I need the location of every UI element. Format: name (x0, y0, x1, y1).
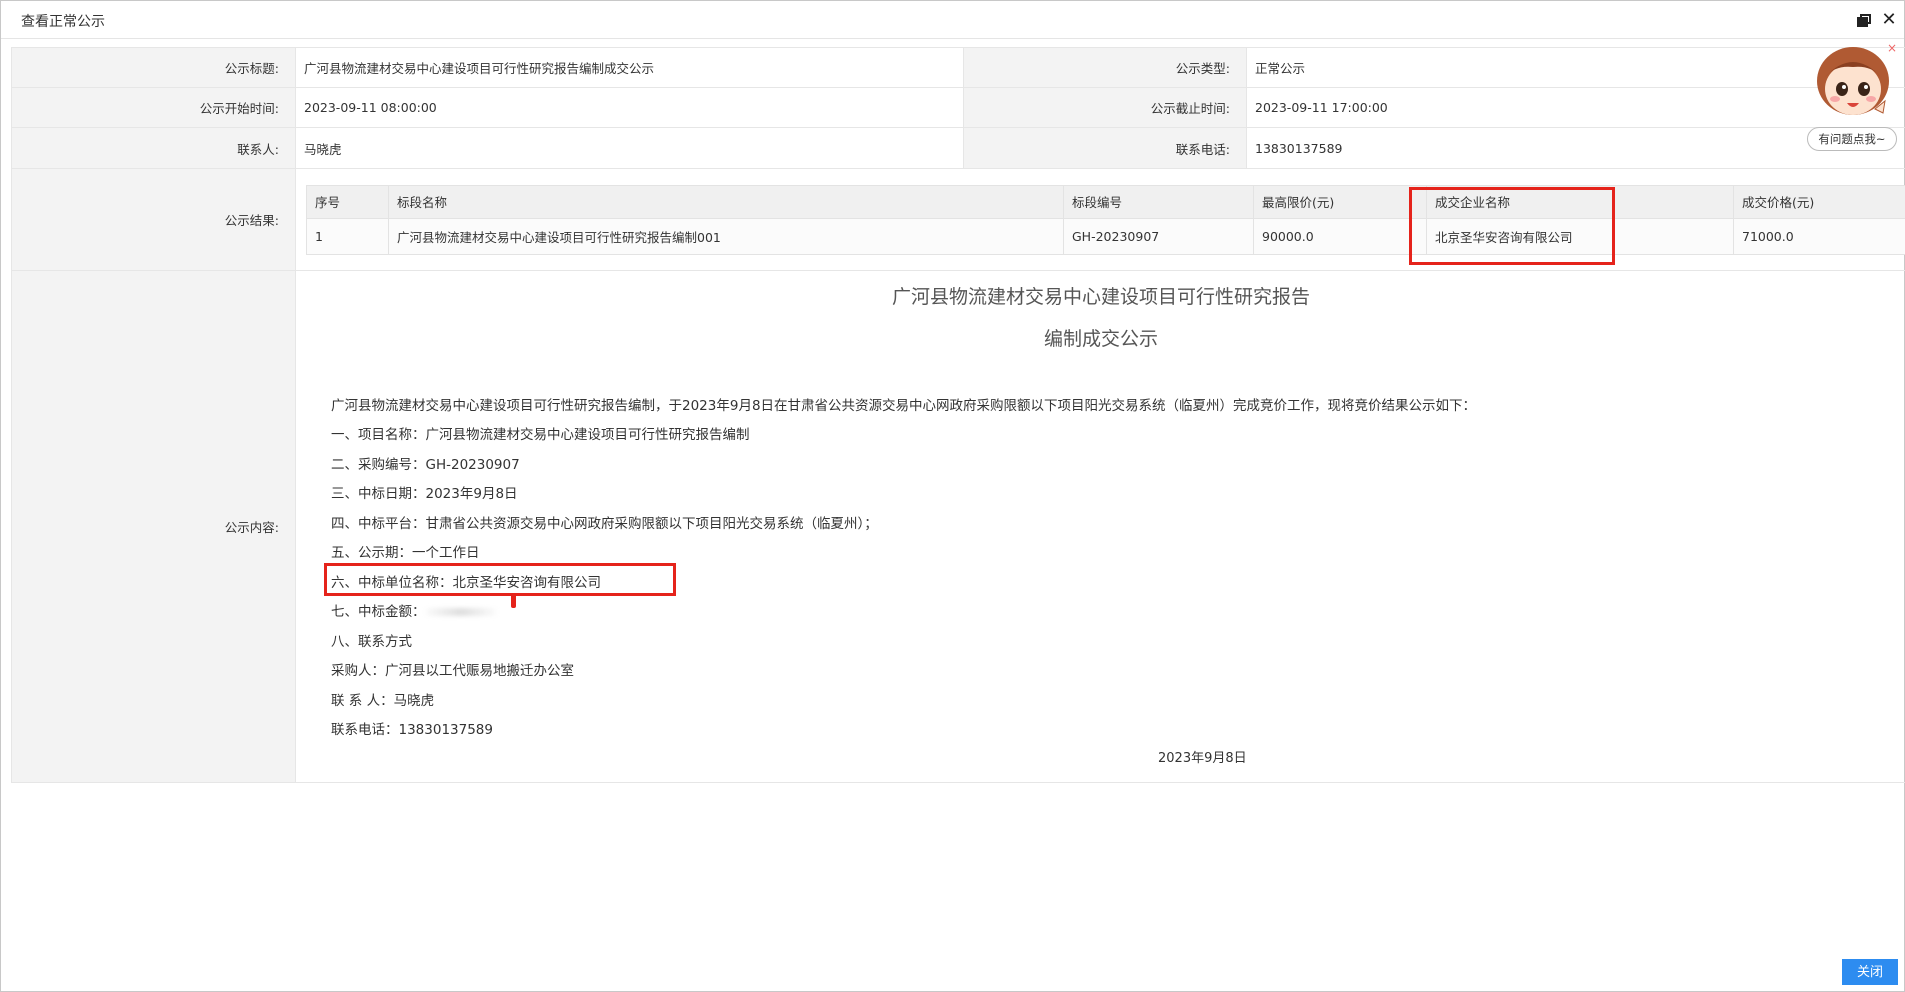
dialog-titlebar: 查看正常公示 ✕ (1, 1, 1904, 39)
blurred-amount (425, 608, 496, 616)
result-header-section-code: 标段编号 (1063, 184, 1254, 219)
phone-label: 联系电话: (963, 127, 1247, 169)
assistant-avatar-icon[interactable] (1813, 43, 1893, 121)
maximize-icon[interactable] (1856, 11, 1874, 29)
result-header-index: 序号 (306, 184, 389, 219)
title-label: 公示标题: (11, 47, 296, 88)
content-item-5: 五、公示期：一个工作日 (331, 545, 480, 561)
content-box: 广河县物流建材交易中心建设项目可行性研究报告 编制成交公示 广河县物流建材交易中… (296, 271, 1905, 782)
result-header-section-name: 标段名称 (388, 184, 1064, 219)
content-intro: 广河县物流建材交易中心建设项目可行性研究报告编制，于2023年9月8日在甘肃省公… (331, 398, 1477, 414)
content-buyer: 采购人：广河县以工代赈易地搬迁办公室 (331, 663, 574, 679)
title-value: 广河县物流建材交易中心建设项目可行性研究报告编制成交公示 (295, 47, 964, 88)
type-label: 公示类型: (963, 47, 1247, 88)
close-button[interactable]: 关闭 (1842, 959, 1898, 985)
dialog-title: 查看正常公示 (21, 14, 105, 30)
contact-label: 联系人: (11, 127, 296, 169)
content-label: 公示内容: (11, 270, 296, 783)
dialog-window: 查看正常公示 ✕ 公示标题: 广河县物流建材交易中心建设项目可行性研究报告编制成… (0, 0, 1905, 992)
result-cell-index: 1 (306, 217, 389, 255)
result-label: 公示结果: (11, 168, 296, 271)
content-item-4: 四、中标平台：甘肃省公共资源交易中心网政府采购限额以下项目阳光交易系统（临夏州）… (331, 516, 878, 532)
result-cell-deal-price: 71000.0 (1733, 217, 1905, 255)
content-date: 2023年9月8日 (1158, 751, 1247, 766)
result-cell-max-price: 90000.0 (1253, 217, 1427, 255)
result-cell-section-code: GH-20230907 (1063, 217, 1254, 255)
result-table: 序号 标段名称 标段编号 最高限价(元) 成交企业名称 成交价格(元) 1 广河… (306, 184, 1905, 255)
table-row: 1 广河县物流建材交易中心建设项目可行性研究报告编制001 GH-2023090… (306, 217, 1905, 255)
result-cell: 序号 标段名称 标段编号 最高限价(元) 成交企业名称 成交价格(元) 1 广河… (295, 168, 1905, 271)
content-title-line2: 编制成交公示 (1043, 328, 1158, 350)
highlight-box-winner (324, 563, 676, 596)
content-item-1: 一、项目名称：广河县物流建材交易中心建设项目可行性研究报告编制 (331, 427, 750, 443)
highlight-marker (511, 594, 516, 608)
content-item-3: 三、中标日期：2023年9月8日 (331, 486, 518, 502)
close-icon[interactable]: ✕ (1880, 11, 1898, 29)
result-cell-section-name: 广河县物流建材交易中心建设项目可行性研究报告编制001 (388, 217, 1064, 255)
help-assistant[interactable]: × 有问题点我~ (1805, 41, 1901, 155)
start-time-value: 2023-09-11 08:00:00 (295, 87, 964, 128)
content-title-line1: 广河县物流建材交易中心建设项目可行性研究报告 (891, 286, 1310, 308)
result-header-max-price: 最高限价(元) (1253, 184, 1427, 219)
content-item-2: 二、采购编号：GH-20230907 (331, 457, 520, 473)
content-item-8: 八、联系方式 (331, 634, 412, 650)
content-item-7-label: 七、中标金额： (331, 604, 426, 620)
helper-bubble[interactable]: 有问题点我~ (1807, 127, 1897, 151)
info-table: 公示标题: 广河县物流建材交易中心建设项目可行性研究报告编制成交公示 公示类型:… (11, 47, 1905, 783)
highlight-box-company (1409, 187, 1615, 265)
content-cell: 广河县物流建材交易中心建设项目可行性研究报告 编制成交公示 广河县物流建材交易中… (295, 270, 1905, 783)
result-header-deal-price: 成交价格(元) (1733, 184, 1905, 219)
content-phone: 联系电话：13830137589 (331, 722, 493, 738)
start-time-label: 公示开始时间: (11, 87, 296, 128)
content-contact: 联 系 人：马晓虎 (331, 693, 435, 709)
end-time-label: 公示截止时间: (963, 87, 1247, 128)
contact-value: 马晓虎 (295, 127, 964, 169)
content-item-7: 七、中标金额： (331, 600, 496, 620)
